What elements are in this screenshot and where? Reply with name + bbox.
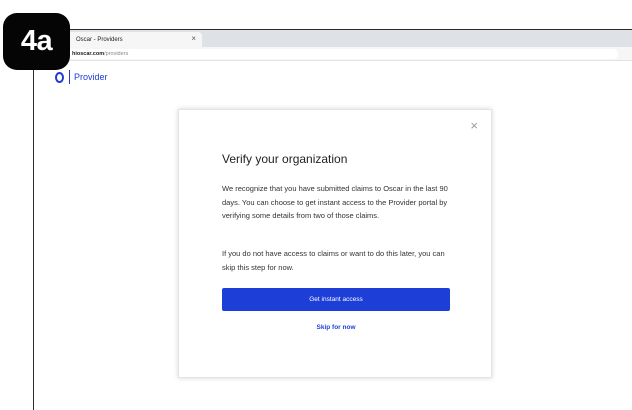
address-bar: ↻ hioscar.com/providers [34,47,632,61]
url-field[interactable]: hioscar.com/providers [58,49,618,59]
tab-close-icon[interactable]: × [191,34,196,44]
tab-bar: Oscar - Providers × [34,30,632,47]
step-badge-label: 4a [20,25,53,57]
site-header: Provider [34,62,632,92]
close-icon[interactable]: × [470,119,478,133]
oscar-logo-icon[interactable] [55,72,64,83]
browser-tab[interactable]: Oscar - Providers × [58,32,202,47]
provider-label[interactable]: Provider [74,72,108,82]
modal-description: We recognize that you have submitted cla… [222,184,448,220]
verify-organization-modal: × Verify your organization We recognize … [178,109,492,378]
tab-title: Oscar - Providers [76,36,123,43]
get-instant-access-button[interactable]: Get instant access [222,288,450,311]
skip-for-now-link[interactable]: Skip for now [222,324,450,331]
url-path: /providers [104,51,129,57]
step-badge: 4a [3,13,70,70]
url-text: hioscar.com/providers [72,51,128,57]
modal-skip-description: If you do not have access to claims or w… [222,249,445,272]
url-host: hioscar.com [72,51,105,57]
modal-title: Verify your organization [222,152,348,166]
browser-window: Oscar - Providers × ↻ hioscar.com/provid… [33,29,632,410]
logo-divider [69,70,70,84]
